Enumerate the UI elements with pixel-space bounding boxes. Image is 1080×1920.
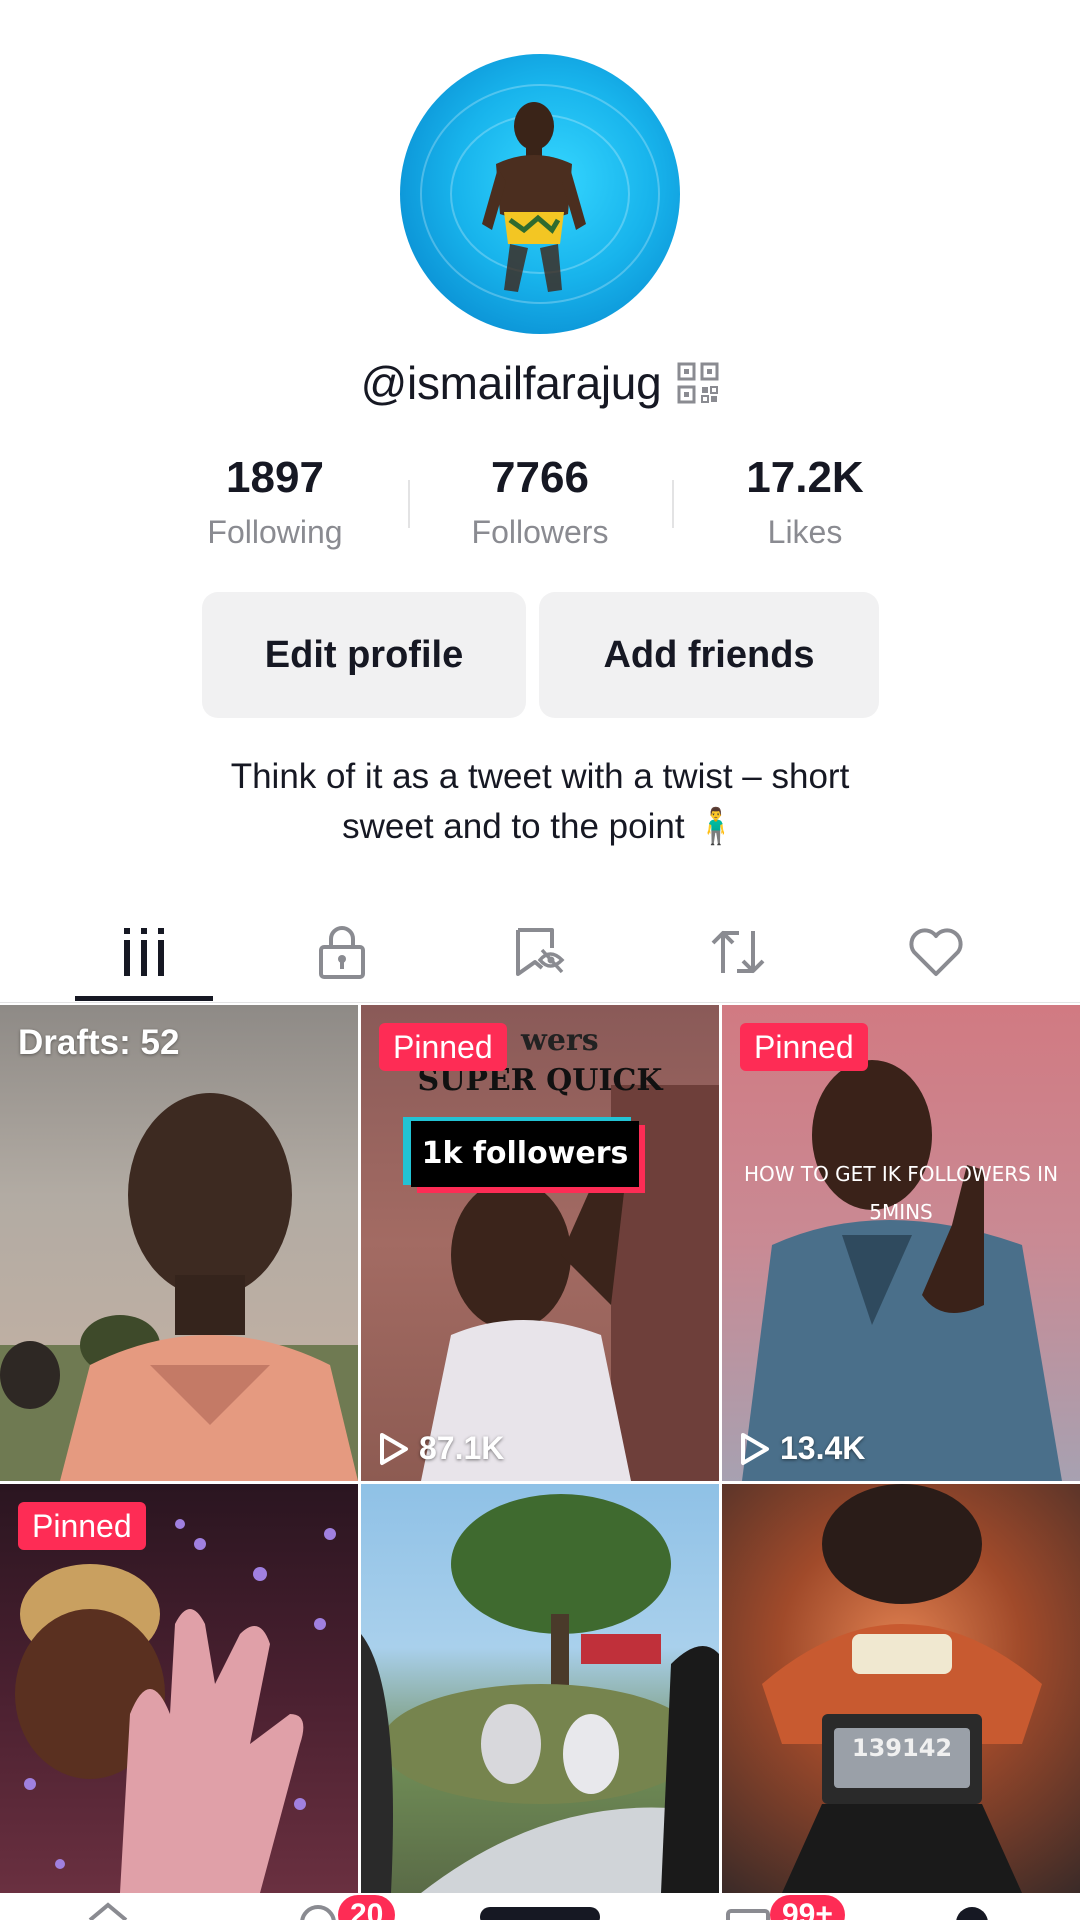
videos-grid-icon [124,928,164,976]
thumbnail-image [762,1484,1042,1893]
stat-followers[interactable]: 7766 Followers [410,450,670,556]
followers-count: 7766 [491,453,589,502]
video-thumbnail-pinned-3[interactable]: Pinned [0,1484,358,1893]
play-icon [741,1432,769,1465]
profile-avatar[interactable] [400,54,680,334]
thumbnail-image [742,1060,1062,1481]
bio-line-1: Think of it as a tweet with a twist – sh… [230,757,850,796]
inbox-badge: 99+ [770,1895,845,1920]
pinned-badge: Pinned [18,1502,146,1550]
add-friends-button[interactable]: Add friends [539,592,879,718]
video-thumbnail-5[interactable] [361,1484,719,1893]
inbox-icon [726,1909,770,1920]
profile-nav-icon [956,1907,988,1920]
stat-likes[interactable]: 17.2K Likes [675,450,935,556]
video-thumbnail-6[interactable]: 139142 [722,1484,1080,1893]
bio-line-2: sweet and to the point 🧍‍♂️ [342,807,738,846]
tab-reposts[interactable] [668,900,808,1004]
drafts-count: Drafts: 52 [18,1023,180,1062]
tab-favorites[interactable] [470,900,610,1004]
license-plate: 139142 [851,1734,953,1762]
view-count-value: 87.1K [419,1430,505,1466]
thumbnail-image [361,1494,719,1893]
following-label: Following [207,514,343,550]
video-grid: Drafts: 52 wers SUPER QUICK 1k followers… [0,1005,1080,1893]
active-tab-indicator [75,996,213,1001]
tab-liked[interactable] [866,900,1006,1004]
repost-icon [711,931,765,973]
stat-following[interactable]: 1897 Following [145,450,405,556]
bottom-nav-icons [88,1902,988,1920]
followers-label: Followers [471,514,609,550]
tabs-divider [0,1002,1080,1003]
lock-icon [319,926,365,979]
profile-stats: 1897 Following 7766 Followers 17.2K Like… [0,450,1080,560]
pinned-badge: Pinned [740,1023,868,1071]
friends-icon [300,1905,336,1920]
bottom-navigation [0,1893,1080,1920]
video-thumbnail-pinned-1[interactable]: wers SUPER QUICK 1k followers Pinned 87.… [361,1005,719,1481]
profile-tabs [0,900,1080,1004]
home-icon [88,1902,128,1920]
overlay-text-top: wers [521,1023,599,1058]
following-count: 1897 [226,453,324,502]
stat-divider [408,480,410,528]
likes-label: Likes [767,514,843,550]
tab-videos[interactable] [74,900,214,1004]
tab-private[interactable] [272,900,412,1004]
view-count: 87.1K [379,1430,504,1467]
play-icon [380,1432,408,1465]
view-count-value: 13.4K [780,1430,866,1466]
likes-count: 17.2K [746,453,864,502]
edit-profile-button[interactable]: Edit profile [202,592,526,718]
video-thumbnail-pinned-2[interactable]: HOW TO GET IK FOLLOWERS IN 5MINS Pinned … [722,1005,1080,1481]
overlay-text-line-2: 5MINS [869,1200,933,1224]
view-count: 13.4K [740,1430,865,1467]
heart-icon [909,928,963,976]
friends-badge: 20 [338,1895,396,1920]
overlay-text-line-1: HOW TO GET IK FOLLOWERS IN [743,1162,1059,1186]
favorites-icon [516,928,565,976]
video-thumbnail-drafts[interactable]: Drafts: 52 [0,1005,358,1481]
profile-bio: Think of it as a tweet with a twist – sh… [100,752,980,852]
qr-code-icon[interactable] [677,362,719,404]
create-button [480,1907,600,1920]
pinned-badge: Pinned [379,1023,507,1071]
avatar-person-image [482,102,586,292]
stat-divider [672,480,674,528]
username-row: @ismailfarajug [0,356,1080,410]
overlay-tag: 1k followers [411,1121,639,1187]
username: @ismailfarajug [360,357,662,409]
thumbnail-image [0,1093,358,1481]
